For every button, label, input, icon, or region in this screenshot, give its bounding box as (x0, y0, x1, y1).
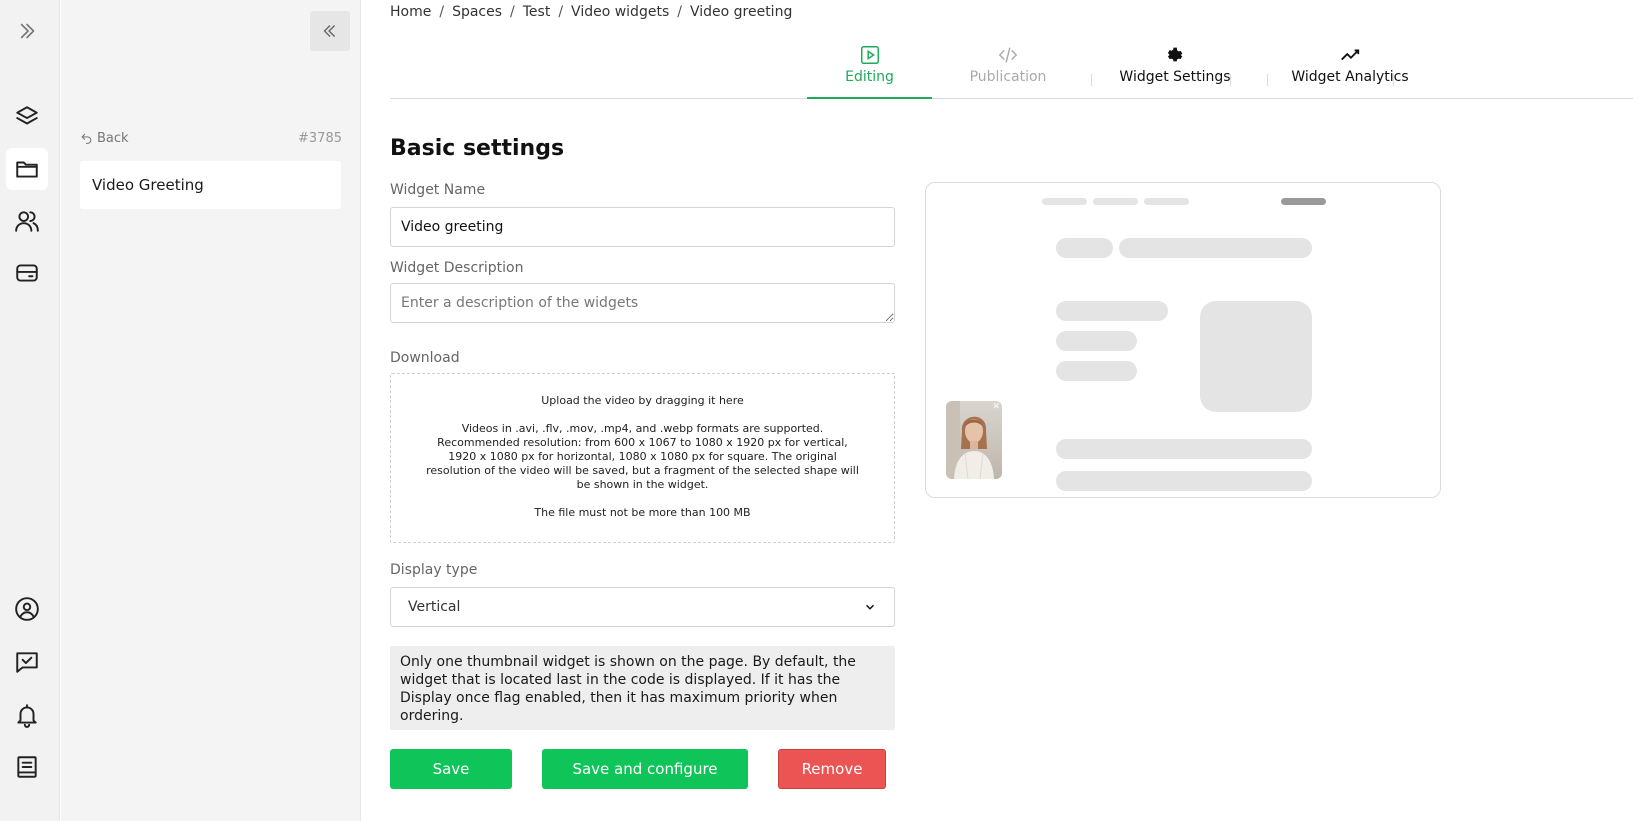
person-thumbnail-image (946, 401, 1002, 479)
tab-bar: Editing Publication Widget Settings Widg… (390, 44, 1633, 99)
tab-editing[interactable]: Editing (807, 44, 932, 99)
widget-id: #3785 (298, 131, 342, 146)
skeleton-bar (1056, 361, 1137, 381)
gear-icon (1167, 47, 1183, 62)
display-type-value: Vertical (408, 599, 461, 615)
folder-icon[interactable] (6, 148, 48, 190)
skeleton-bar (1093, 198, 1138, 205)
download-label: Download (390, 350, 460, 366)
video-thumbnail[interactable]: ✕ (946, 401, 1002, 479)
tab-label: Widget Analytics (1291, 69, 1409, 85)
tab-divider (1091, 74, 1092, 86)
upload-formats: Videos in .avi, .flv, .mov, .mp4, and .w… (426, 422, 859, 491)
breadcrumb-current: Video greeting (689, 4, 793, 20)
undo-icon (81, 133, 92, 144)
back-link[interactable]: Back (80, 131, 129, 146)
icon-rail (0, 0, 60, 821)
skeleton-bar (1056, 331, 1137, 351)
skeleton-bar (1144, 198, 1189, 205)
bell-icon[interactable] (6, 694, 48, 736)
breadcrumb: Home / Spaces / Test / Video widgets / Video… (390, 4, 793, 20)
skeleton-image (1200, 301, 1312, 412)
skeleton-bar (1042, 198, 1087, 205)
expand-icon[interactable] (6, 10, 48, 52)
double-chevron-left-icon (323, 25, 336, 37)
tab-divider (1267, 74, 1268, 86)
widget-description-input[interactable] (390, 283, 895, 323)
skeleton-bar (1119, 238, 1312, 258)
skeleton-bar (1056, 471, 1312, 491)
close-icon[interactable]: ✕ (992, 402, 1000, 412)
back-label: Back (97, 131, 129, 146)
info-notice: Only one thumbnail widget is shown on th… (390, 646, 895, 730)
secondary-sidebar: Back #3785 Video Greeting (61, 0, 361, 821)
back-row: Back #3785 (80, 131, 342, 146)
video-dropzone[interactable]: Upload the video by dragging it here Vid… (390, 373, 895, 543)
breadcrumb-home[interactable]: Home (390, 4, 431, 20)
chat-check-icon[interactable] (6, 641, 48, 683)
widget-description-label: Widget Description (390, 260, 524, 276)
chevron-down-icon (865, 604, 875, 610)
widget-preview: ✕ (925, 182, 1441, 498)
tab-widget-settings[interactable]: Widget Settings (1104, 44, 1246, 99)
tab-divider (1393, 74, 1394, 86)
save-and-configure-button[interactable]: Save and configure (542, 749, 748, 789)
display-type-select[interactable]: Vertical (390, 587, 895, 627)
users-icon[interactable] (6, 200, 48, 242)
save-button[interactable]: Save (390, 749, 512, 789)
code-icon (998, 47, 1018, 63)
layers-icon[interactable] (6, 96, 48, 138)
sidebar-item-label: Video Greeting (92, 176, 204, 194)
tab-widget-analytics[interactable]: Widget Analytics (1270, 44, 1430, 99)
tab-publication[interactable]: Publication (943, 44, 1073, 99)
tab-label: Publication (969, 69, 1047, 85)
tab-label: Editing (845, 69, 894, 85)
breadcrumb-video-widgets[interactable]: Video widgets (571, 4, 669, 20)
section-title: Basic settings (390, 136, 565, 161)
trend-icon (1341, 49, 1360, 61)
widget-name-label: Widget Name (390, 182, 486, 198)
breadcrumb-spaces[interactable]: Spaces (452, 4, 502, 20)
widget-name-input[interactable] (390, 207, 895, 247)
upload-title: Upload the video by dragging it here (541, 394, 744, 407)
skeleton-bar (1056, 238, 1113, 258)
book-icon[interactable] (6, 746, 48, 788)
tab-label: Widget Settings (1119, 69, 1231, 85)
skeleton-bar (1281, 198, 1326, 205)
main-content: Home / Spaces / Test / Video widgets / Video… (390, 0, 1633, 821)
skeleton-bar (1056, 301, 1168, 321)
display-type-label: Display type (390, 562, 478, 578)
profile-icon[interactable] (6, 588, 48, 630)
breadcrumb-test[interactable]: Test (523, 4, 551, 20)
remove-button[interactable]: Remove (778, 749, 886, 789)
tab-divider (1230, 74, 1231, 86)
wallet-icon[interactable] (6, 252, 48, 294)
collapse-sidebar-button[interactable] (310, 11, 350, 51)
play-icon (860, 46, 879, 64)
upload-limit: The file must not be more than 100 MB (534, 506, 751, 519)
skeleton-bar (1056, 439, 1312, 459)
sidebar-item-video-greeting[interactable]: Video Greeting (80, 161, 341, 209)
